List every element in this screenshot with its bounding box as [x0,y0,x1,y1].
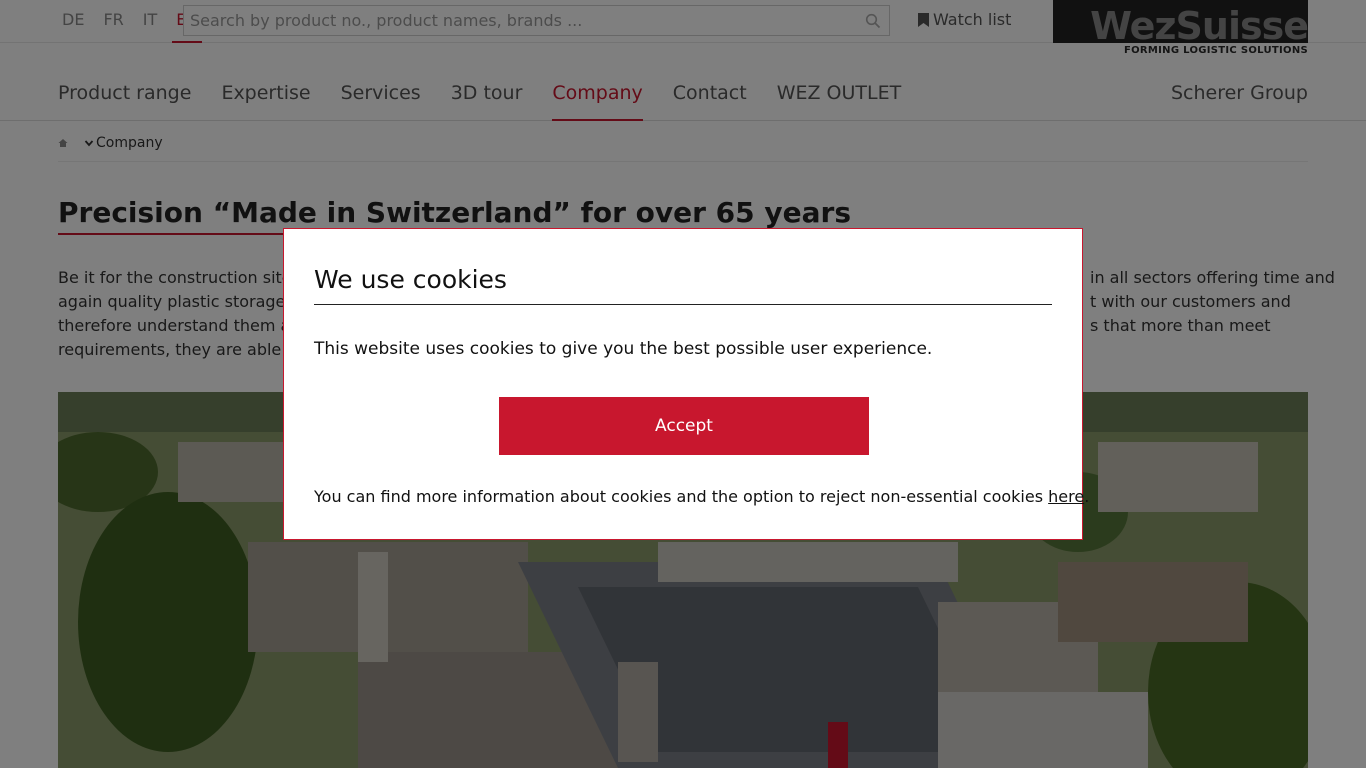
cookie-info-link[interactable]: here [1048,487,1084,506]
cookie-title: We use cookies [314,265,1052,305]
cookie-message: This website uses cookies to give you th… [314,339,933,359]
cookie-info-suffix: . [1084,487,1090,506]
cookie-info: You can find more information about cook… [314,487,1089,506]
accept-cookies-button[interactable]: Accept [499,397,869,455]
cookie-info-text: You can find more information about cook… [314,487,1049,506]
cookie-dialog: We use cookies This website uses cookies… [283,228,1089,540]
